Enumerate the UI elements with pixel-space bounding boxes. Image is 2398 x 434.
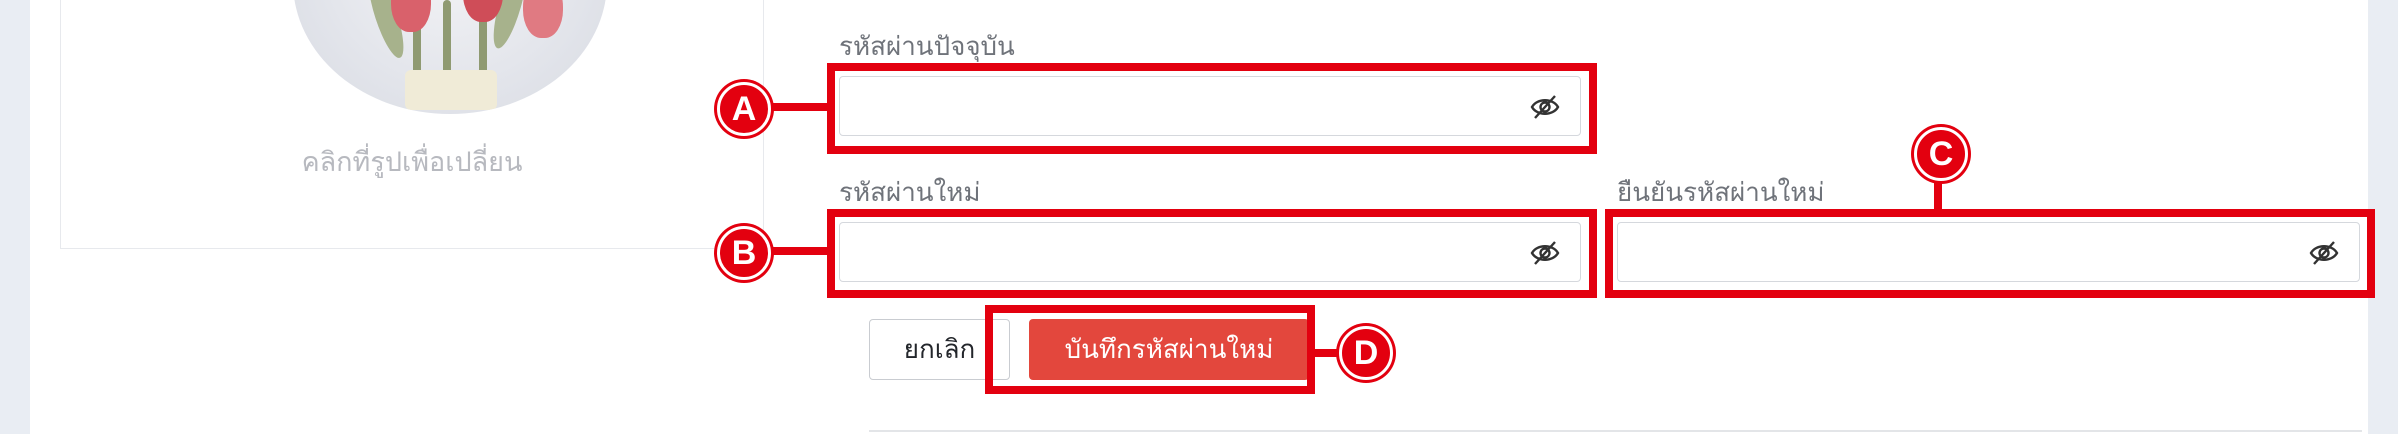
highlight-box-c — [1605, 209, 2375, 298]
avatar[interactable] — [293, 0, 607, 114]
highlight-box-a — [827, 63, 1597, 154]
confirm-password-label: ยืนยันรหัสผ่านใหม่ — [1617, 178, 1825, 208]
profile-card: คลิกที่รูปเพื่อเปลี่ยน — [60, 0, 764, 249]
annotation-marker-d: D — [1339, 326, 1393, 380]
highlight-box-b — [827, 209, 1597, 298]
divider — [869, 430, 2362, 432]
annotation-marker-b: B — [717, 226, 771, 280]
current-password-label: รหัสผ่านปัจจุบัน — [839, 32, 1015, 62]
annotation-marker-a: A — [717, 82, 771, 136]
change-photo-hint[interactable]: คลิกที่รูปเพื่อเปลี่ยน — [61, 140, 763, 183]
page-container: คลิกที่รูปเพื่อเปลี่ยน รหัสผ่านปัจจุบัน … — [30, 0, 2375, 434]
annotation-marker-c: C — [1914, 127, 1968, 181]
highlight-box-d — [985, 305, 1315, 394]
new-password-label: รหัสผ่านใหม่ — [839, 178, 981, 208]
